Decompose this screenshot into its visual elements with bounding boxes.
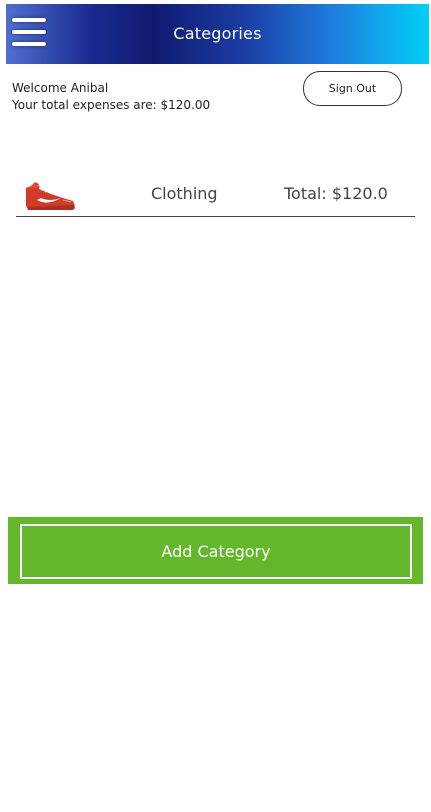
sneaker-icon — [23, 178, 77, 212]
app-header: Categories — [6, 4, 429, 64]
add-category-button[interactable]: Add Category — [20, 524, 412, 579]
page-title: Categories — [173, 24, 262, 43]
total-expenses-text: Your total expenses are: $120.00 — [12, 98, 211, 112]
category-row[interactable]: Clothing Total: $120.0 — [16, 172, 415, 217]
welcome-block: Welcome Anibal Your total expenses are: … — [12, 80, 210, 114]
category-total: Total: $120.0 — [284, 184, 388, 203]
sign-out-button[interactable]: Sign Out — [303, 71, 402, 106]
welcome-text: Welcome Anibal — [12, 81, 109, 95]
add-category-container: Add Category — [8, 517, 423, 584]
category-name: Clothing — [151, 184, 218, 203]
categories-page: Categories Welcome Anibal Your total exp… — [0, 0, 431, 812]
